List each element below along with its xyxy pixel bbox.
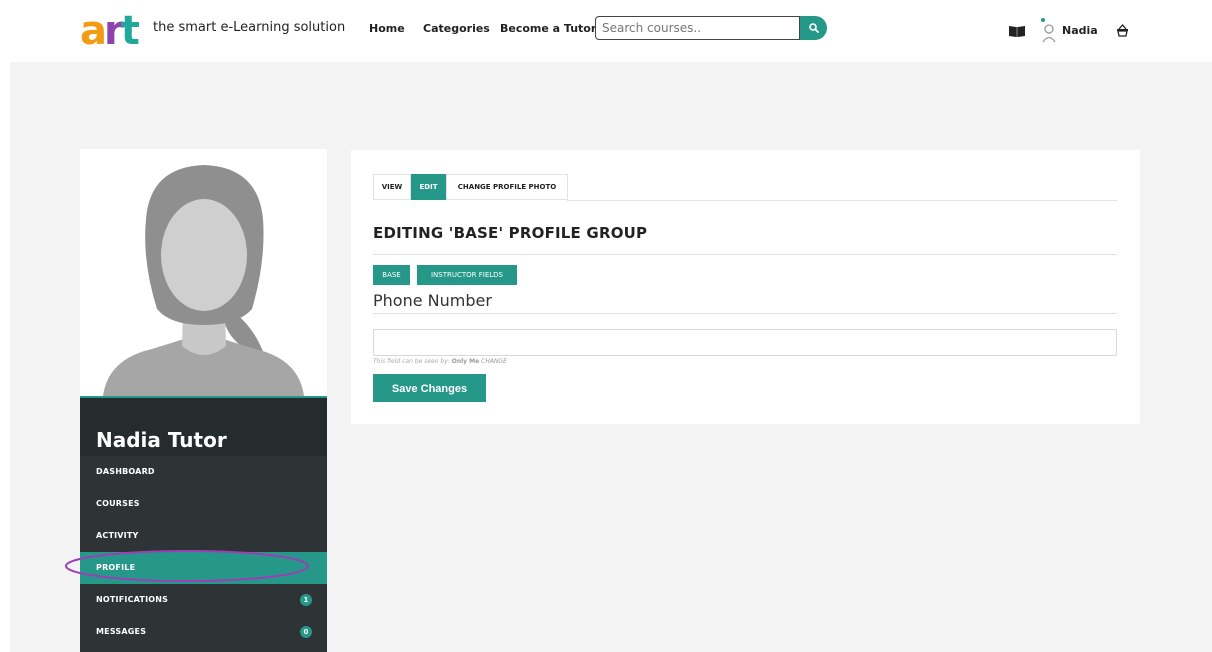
search-icon (808, 23, 819, 33)
female-avatar-icon (103, 165, 304, 396)
sidebar-item-messages[interactable]: MESSAGES 0 (80, 616, 327, 648)
field-visibility-note: This field can be seen by: Only Me CHANG… (373, 358, 507, 365)
sidebar-item-label: COURSES (96, 499, 140, 508)
messages-count-badge: 0 (300, 626, 312, 638)
search-bar (595, 16, 827, 40)
tab-edit[interactable]: EDIT (411, 174, 446, 200)
sidebar-item-label: PROFILE (96, 563, 136, 572)
site-logo[interactable]: art (80, 12, 144, 46)
sidebar-item-courses[interactable]: COURSES (80, 488, 327, 520)
group-tab-base[interactable]: BASE (373, 265, 410, 285)
search-button[interactable] (800, 16, 827, 40)
tab-change-profile-photo[interactable]: CHANGE PROFILE PHOTO (446, 174, 568, 200)
profile-sidebar: Nadia Tutor DASHBOARD COURSES ACTIVITY P… (80, 396, 327, 652)
site-tagline: the smart e-Learning solution (153, 20, 346, 35)
profile-photo (80, 149, 327, 396)
search-input[interactable] (595, 16, 800, 40)
nav-become-a-tutor[interactable]: Become a Tutor (500, 22, 596, 35)
profile-display-name: Nadia Tutor (80, 398, 327, 456)
sidebar-item-profile[interactable]: PROFILE (80, 552, 327, 584)
sidebar-item-label: ACTIVITY (96, 531, 139, 540)
page-title: EDITING 'BASE' PROFILE GROUP (373, 224, 648, 242)
field-divider (373, 313, 1117, 314)
sidebar-item-label: NOTIFICATIONS (96, 595, 169, 604)
svg-text:art: art (80, 12, 140, 46)
notifications-count-badge: 1 (300, 594, 312, 606)
basket-icon[interactable] (1116, 24, 1129, 37)
book-icon[interactable] (1008, 25, 1026, 38)
visibility-change-link[interactable]: CHANGE (481, 358, 507, 365)
profile-edit-panel: VIEW EDIT CHANGE PROFILE PHOTO EDITING '… (351, 150, 1140, 424)
sidebar-item-dashboard[interactable]: DASHBOARD (80, 456, 327, 488)
phone-number-label: Phone Number (373, 291, 492, 310)
heading-divider (373, 254, 1117, 255)
nav-home[interactable]: Home (369, 22, 405, 35)
visibility-level: Only Me (451, 358, 480, 365)
visibility-prefix: This field can be seen by: (373, 358, 450, 365)
save-changes-button[interactable]: Save Changes (373, 374, 486, 402)
sidebar-item-activity[interactable]: ACTIVITY (80, 520, 327, 552)
sidebar-item-label: DASHBOARD (96, 467, 155, 476)
tab-view[interactable]: VIEW (373, 174, 411, 200)
sidebar-item-notifications[interactable]: NOTIFICATIONS 1 (80, 584, 327, 616)
group-tab-instructor-fields[interactable]: INSTRUCTOR FIELDS (417, 265, 517, 285)
tab-divider (567, 200, 1117, 201)
user-name: Nadia (1062, 24, 1098, 37)
user-avatar-icon (1041, 18, 1056, 43)
site-header: art the smart e-Learning solution Home C… (0, 0, 1212, 62)
phone-number-field[interactable] (373, 329, 1117, 356)
sidebar-item-label: MESSAGES (96, 627, 147, 636)
nav-categories[interactable]: Categories (423, 22, 490, 35)
